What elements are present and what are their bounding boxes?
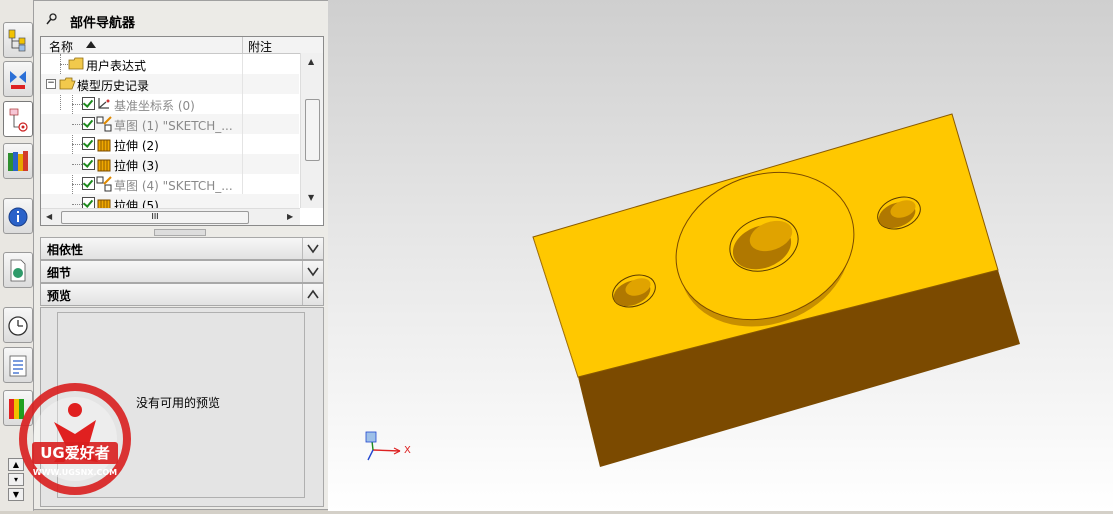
constraint-icon	[10, 71, 26, 89]
visibility-checkbox[interactable]	[82, 97, 95, 110]
reuse-library-button[interactable]	[3, 143, 33, 179]
triad-x-label: X	[404, 445, 411, 456]
column-header-name[interactable]: 名称	[49, 38, 73, 55]
tree-row-label: 用户表达式	[86, 59, 147, 73]
pin-icon[interactable]	[46, 13, 58, 25]
sort-ascending-icon[interactable]	[85, 39, 97, 49]
scroll-thumb[interactable]	[305, 99, 320, 161]
constraint-navigator-button[interactable]	[3, 61, 33, 97]
column-header-note[interactable]: 附注	[248, 38, 272, 55]
panel-header: 部件导航器	[34, 1, 328, 35]
tree-row-extrude-2[interactable]: 拉伸 (2)	[41, 134, 299, 154]
column-separator	[242, 154, 243, 174]
panel-title: 部件导航器	[70, 16, 136, 31]
section-dependencies[interactable]: 相依性	[40, 237, 324, 260]
column-separator	[242, 74, 243, 94]
tree-row-user-expressions[interactable]: 用户表达式	[41, 54, 299, 74]
preview-empty-text: 没有可用的预览	[136, 396, 221, 410]
scroll-down-arrow-icon[interactable]: ▼	[308, 193, 314, 202]
assembly-navigator-button[interactable]	[3, 22, 33, 58]
chevron-down-icon	[307, 244, 319, 254]
clock-button[interactable]	[3, 307, 33, 343]
history-button[interactable]	[3, 252, 33, 288]
section-title: 相依性	[47, 243, 84, 257]
scroll-left-arrow-icon[interactable]: ◀	[46, 212, 52, 221]
reuse-library-icon	[8, 151, 28, 171]
feature-tree: 名称 附注 用户表达式 − 模型历史记录 基准坐标系 (0) 草图 (1) "S…	[40, 36, 324, 226]
web-browser-button[interactable]	[3, 198, 33, 234]
folder-open-icon	[59, 77, 76, 90]
column-separator	[242, 134, 243, 154]
chevron-down-icon	[307, 267, 319, 277]
chevron-up-icon	[307, 289, 319, 299]
tree-row-label: 模型历史记录	[77, 79, 150, 93]
extrude-icon	[97, 139, 111, 152]
datum-csys-icon	[98, 98, 110, 109]
scroll-up-arrow-icon[interactable]: ▲	[308, 57, 314, 66]
tree-row-label: 基准坐标系 (0)	[114, 99, 195, 113]
column-separator	[242, 174, 243, 194]
scroll-right-arrow-icon[interactable]: ▶	[287, 212, 293, 221]
tree-header: 名称 附注	[41, 37, 323, 54]
tree-row-extrude-3[interactable]: 拉伸 (3)	[41, 154, 299, 174]
tree-row-datum-csys[interactable]: 基准坐标系 (0)	[41, 94, 299, 114]
part-navigator-icon	[9, 108, 28, 132]
history-icon	[10, 259, 26, 282]
clock-icon	[8, 316, 28, 336]
tree-row-label: 草图 (4) "SKETCH_...	[114, 179, 233, 193]
column-separator[interactable]	[242, 37, 243, 53]
folder-icon	[68, 57, 84, 70]
tree-line	[72, 184, 82, 185]
section-title: 预览	[47, 289, 72, 303]
roles-button[interactable]	[3, 347, 33, 383]
tree-row-model-history[interactable]: − 模型历史记录	[41, 74, 299, 94]
view-triad: X	[365, 431, 411, 461]
tree-vertical-scrollbar[interactable]: ▲ ▼	[300, 53, 323, 208]
tree-line	[72, 144, 82, 145]
tree-row-sketch-1[interactable]: 草图 (1) "SKETCH_...	[41, 114, 299, 134]
web-browser-icon	[8, 207, 28, 227]
part-navigator-button[interactable]	[3, 101, 33, 137]
part-model[interactable]: X	[328, 0, 1113, 511]
tree-line	[72, 164, 82, 165]
extrude-icon	[97, 159, 111, 172]
tree-row-label: 拉伸 (3)	[114, 159, 159, 173]
splitter-grip[interactable]	[154, 229, 206, 236]
section-details[interactable]: 细节	[40, 260, 324, 283]
visibility-checkbox[interactable]	[82, 137, 95, 150]
scroll-thumb[interactable]: III	[61, 211, 249, 224]
sketch-icon	[96, 116, 112, 132]
tree-line	[72, 204, 82, 205]
collapse-toggle[interactable]: −	[46, 79, 56, 89]
collapse-toggle[interactable]	[302, 284, 323, 305]
assembly-navigator-icon	[8, 29, 26, 52]
tree-row-sketch-4[interactable]: 草图 (4) "SKETCH_...	[41, 174, 299, 194]
column-separator	[242, 114, 243, 134]
tree-line	[72, 124, 82, 125]
visibility-checkbox[interactable]	[82, 177, 95, 190]
section-title: 细节	[47, 266, 72, 280]
expand-toggle[interactable]	[302, 261, 323, 282]
ugsnx-watermark-logo: UG爱好者 WWW.UGSNX.COM	[19, 383, 131, 495]
sketch-icon	[96, 176, 112, 192]
graphics-window[interactable]: X	[328, 0, 1113, 511]
tree-line	[72, 104, 82, 105]
column-separator	[242, 94, 243, 114]
tree-row-label: 拉伸 (2)	[114, 139, 159, 153]
expand-toggle[interactable]	[302, 238, 323, 259]
tree-horizontal-scrollbar[interactable]: ◀ III ▶	[41, 208, 300, 225]
roles-icon	[9, 355, 27, 377]
visibility-checkbox[interactable]	[82, 157, 95, 170]
column-separator	[242, 54, 243, 74]
watermark-brand: UG爱好者	[40, 444, 110, 462]
section-preview[interactable]: 预览	[40, 283, 324, 306]
watermark-url: WWW.UGSNX.COM	[33, 468, 117, 477]
visibility-checkbox[interactable]	[82, 117, 95, 130]
tree-row-label: 草图 (1) "SKETCH_...	[114, 119, 233, 133]
